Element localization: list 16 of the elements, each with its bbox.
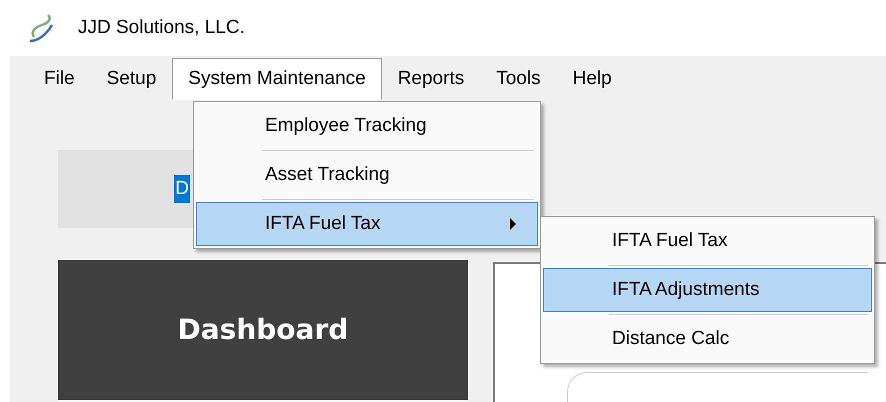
menu-item[interactable]: Asset Tracking — [196, 153, 538, 197]
menu-item[interactable]: IFTA Fuel Tax — [543, 219, 872, 263]
menu-bar-item[interactable]: System Maintenance — [172, 58, 382, 100]
menu-bar-item[interactable]: File — [28, 58, 91, 100]
text-field-value: D — [174, 174, 190, 204]
menu-bar-item[interactable]: Setup — [90, 58, 172, 100]
menu-bar-item[interactable]: Help — [556, 58, 628, 100]
dashboard-panel[interactable]: Dashboard — [58, 260, 468, 400]
menu-item[interactable]: IFTA Fuel Tax — [196, 202, 538, 246]
menu-item[interactable]: Distance Calc — [543, 317, 872, 361]
menu-bar-item[interactable]: Tools — [480, 58, 557, 100]
menu-item[interactable]: IFTA Adjustments — [543, 268, 872, 312]
menu-bar-item[interactable]: Reports — [382, 58, 480, 100]
menu-item[interactable]: Employee Tracking — [196, 104, 538, 148]
window-title: JJD Solutions, LLC. — [78, 16, 245, 40]
caret-icon — [509, 218, 517, 230]
